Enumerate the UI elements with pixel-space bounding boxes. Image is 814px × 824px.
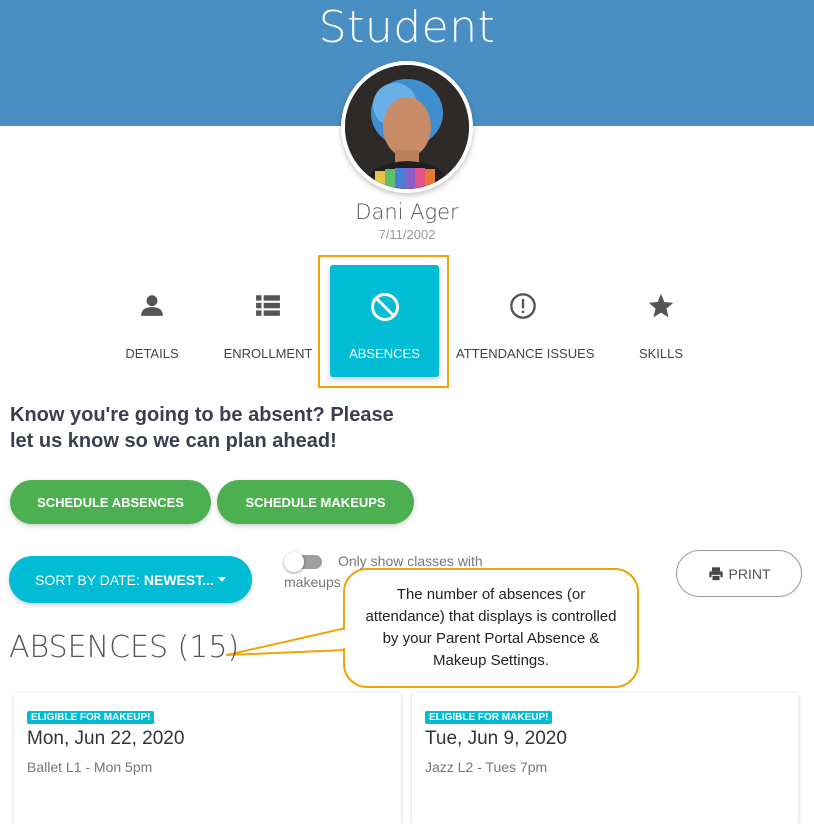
sort-dropdown[interactable]: SORT BY DATE: NEWEST... <box>9 556 252 603</box>
print-button[interactable]: PRINT <box>676 550 802 597</box>
absences-heading: ABSENCES (15) <box>9 630 240 665</box>
absence-prompt: Know you're going to be absent? Please l… <box>10 404 394 452</box>
person-icon <box>141 295 163 316</box>
schedule-absences-button[interactable]: SCHEDULE ABSENCES <box>10 480 211 524</box>
makeup-eligible-badge: ELIGIBLE FOR MAKEUP! <box>27 711 155 724</box>
student-avatar <box>341 61 473 193</box>
print-label: PRINT <box>728 565 771 582</box>
schedule-makeups-button[interactable]: SCHEDULE MAKEUPS <box>217 480 414 524</box>
tab-details[interactable]: DETAILS <box>102 262 202 380</box>
tab-absences-label: ABSENCES <box>349 346 420 361</box>
tab-attendance-issues-label: ATTENDANCE ISSUES <box>456 346 595 361</box>
makeups-only-toggle[interactable] <box>284 552 324 572</box>
tab-enrollment[interactable]: ENROLLMENT <box>218 262 318 380</box>
tab-enrollment-label: ENROLLMENT <box>223 346 313 361</box>
alert-circle-icon <box>510 293 536 319</box>
tab-attendance-issues[interactable]: ATTENDANCE ISSUES <box>456 262 595 380</box>
absence-card[interactable]: ELIGIBLE FOR MAKEUP! Tue, Jun 9, 2020 Ja… <box>412 693 798 824</box>
student-dob: 7/11/2002 <box>378 227 436 242</box>
tab-skills[interactable]: SKILLS <box>611 262 711 380</box>
caret-down-icon <box>217 577 226 582</box>
printer-icon <box>708 566 723 581</box>
absence-date: Tue, Jun 9, 2020 <box>425 728 567 749</box>
tab-skills-label: SKILLS <box>638 346 684 361</box>
sort-value: NEWEST... <box>143 571 214 588</box>
block-icon <box>370 293 399 321</box>
makeup-eligible-badge: ELIGIBLE FOR MAKEUP! <box>425 711 553 724</box>
toggle-label-cont: makeups <box>284 574 341 590</box>
settings-callout: The number of absences (or attendance) t… <box>343 568 639 688</box>
sort-prefix: SORT BY DATE: <box>35 571 140 588</box>
student-name: Dani Ager <box>355 200 459 224</box>
toggle-label: Only show classes with <box>338 553 483 569</box>
page-title: Student <box>318 2 496 53</box>
tab-absences-content[interactable]: ABSENCES <box>330 265 439 377</box>
absence-class: Jazz L2 - Tues 7pm <box>425 759 548 775</box>
tab-details-label: DETAILS <box>125 346 179 361</box>
absence-date: Mon, Jun 22, 2020 <box>27 728 185 749</box>
absence-class: Ballet L1 - Mon 5pm <box>27 759 153 775</box>
list-icon <box>256 295 280 316</box>
star-icon <box>648 293 674 318</box>
absence-card[interactable]: ELIGIBLE FOR MAKEUP! Mon, Jun 22, 2020 B… <box>14 693 401 824</box>
